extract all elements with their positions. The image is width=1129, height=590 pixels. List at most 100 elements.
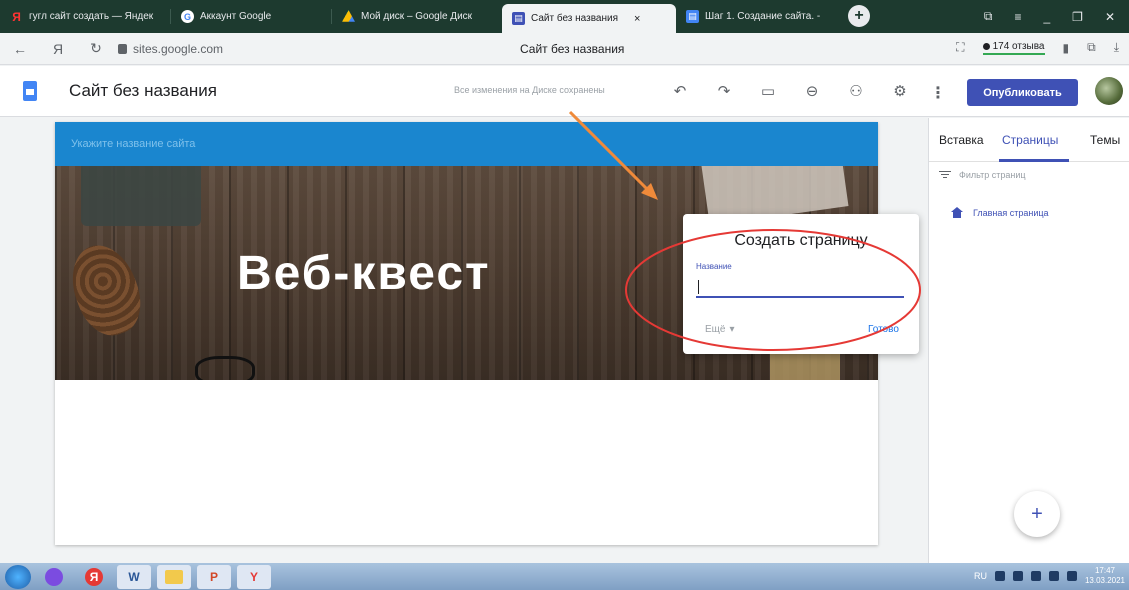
- clock-date: 13.03.2021: [1084, 576, 1125, 585]
- editor-toolbar: ↶ ↷ ▭ ⊖ ⚇ ⚙: [668, 79, 912, 103]
- tray-signal-icon[interactable]: [1066, 571, 1077, 581]
- tab-label: гугл сайт создать — Яндек: [29, 11, 154, 22]
- hero-decor-book: [81, 166, 201, 226]
- avatar[interactable]: [1095, 77, 1123, 105]
- google-icon: G: [181, 10, 194, 23]
- device-preview-icon[interactable]: ▭: [756, 79, 780, 103]
- tab-search-icon[interactable]: ⧉: [984, 9, 993, 24]
- language-indicator[interactable]: RU: [974, 571, 987, 581]
- tray-network-icon[interactable]: [1012, 571, 1023, 581]
- yandex-home-button[interactable]: Я: [46, 41, 70, 57]
- dialog-title: Создать страницу: [734, 232, 868, 249]
- clock[interactable]: 17:47 13.03.2021: [1085, 566, 1125, 586]
- url-text: sites.google.com: [133, 41, 224, 56]
- hero-decor-glasses: [195, 356, 255, 380]
- address-page-title: Сайт без названия: [520, 42, 625, 56]
- yandex-app-icon[interactable]: Y: [237, 564, 271, 589]
- close-window-icon[interactable]: ✕: [1105, 10, 1115, 24]
- tray-volume-icon[interactable]: [1048, 571, 1059, 581]
- url-field[interactable]: sites.google.com: [118, 42, 223, 56]
- tab-google-docs[interactable]: ▤ Шаг 1. Создание сайта. -: [676, 0, 836, 33]
- google-sites-icon: ▤: [512, 12, 525, 25]
- sites-app-bar: Сайт без названия Все изменения на Диске…: [0, 66, 1129, 117]
- redo-icon[interactable]: ↷: [712, 79, 736, 103]
- google-docs-icon: ▤: [686, 10, 699, 23]
- window-controls: ⧉ ≡ _ ❐ ✕: [984, 0, 1129, 33]
- reviews-badge[interactable]: 174 отзыва: [982, 40, 1045, 55]
- tab-insert[interactable]: Вставка: [939, 133, 984, 147]
- tab-label: Сайт без названия: [531, 13, 619, 24]
- hero-decor-pinecone: [61, 236, 151, 344]
- right-side-panel: Вставка Страницы Темы Фильтр страниц Гла…: [928, 118, 1129, 563]
- filter-icon: [939, 171, 951, 179]
- site-name[interactable]: Сайт без названия: [69, 81, 217, 101]
- tab-label: Мой диск – Google Диск: [361, 11, 473, 22]
- tab-google-drive[interactable]: Мой диск – Google Диск: [332, 0, 502, 33]
- hero-title[interactable]: Веб-квест: [237, 246, 491, 301]
- google-drive-icon: [342, 10, 355, 22]
- alice-icon[interactable]: [37, 565, 71, 589]
- menu-icon[interactable]: ≡: [1014, 10, 1021, 24]
- page-name-input[interactable]: [696, 277, 904, 298]
- restore-icon[interactable]: ❐: [1072, 10, 1083, 24]
- tab-yandex-search[interactable]: Я гугл сайт создать — Яндек: [0, 0, 170, 33]
- active-tab-indicator: [999, 159, 1069, 162]
- panel-tabs: Вставка Страницы Темы: [929, 118, 1129, 162]
- reload-button[interactable]: ↻: [84, 40, 108, 57]
- minimize-icon[interactable]: _: [1043, 10, 1050, 24]
- tab-google-account[interactable]: G Аккаунт Google: [171, 0, 331, 33]
- tab-themes[interactable]: Темы: [1090, 133, 1120, 147]
- yandex-icon: Я: [12, 9, 21, 24]
- more-options-button[interactable]: Ещё ▾: [705, 324, 735, 335]
- settings-icon[interactable]: ⚙: [888, 79, 912, 103]
- collections-icon[interactable]: ⧉: [1087, 40, 1096, 55]
- tray-display-icon[interactable]: [1030, 571, 1041, 581]
- add-person-icon[interactable]: ⚇: [844, 79, 868, 103]
- filter-placeholder: Фильтр страниц: [959, 170, 1026, 180]
- browser-tab-strip: Я гугл сайт создать — Яндек G Аккаунт Go…: [0, 0, 1129, 33]
- text-cursor: [698, 280, 699, 294]
- lock-icon: [118, 43, 127, 54]
- page-filter[interactable]: Фильтр страниц: [939, 170, 1026, 180]
- clock-time: 17:47: [1094, 566, 1115, 575]
- page-item-label: Главная страница: [973, 207, 1049, 218]
- site-header-bar: Укажите название сайта: [55, 122, 878, 166]
- site-title-placeholder[interactable]: Укажите название сайта: [71, 138, 195, 150]
- address-bar: ← Я ↻ sites.google.com Сайт без названия…: [0, 33, 1129, 65]
- reviews-count: 174 отзыва: [992, 40, 1045, 52]
- add-page-button[interactable]: +: [1014, 491, 1060, 537]
- system-tray: RU 17:47 13.03.2021: [974, 566, 1125, 586]
- powerpoint-icon[interactable]: P: [197, 564, 231, 589]
- start-button[interactable]: [5, 564, 31, 589]
- more-label: Ещё: [705, 324, 726, 335]
- word-icon[interactable]: W: [117, 564, 151, 589]
- new-tab-button[interactable]: +: [848, 5, 870, 27]
- yandex-browser-icon[interactable]: Я: [77, 565, 111, 589]
- tab-pages[interactable]: Страницы: [1002, 133, 1058, 147]
- back-button[interactable]: ←: [8, 41, 32, 57]
- tab-label: Аккаунт Google: [200, 11, 272, 22]
- home-icon: [951, 207, 963, 218]
- tab-google-sites[interactable]: ▤ Сайт без названия ×: [502, 4, 676, 33]
- more-vert-icon[interactable]: ⋮: [930, 83, 946, 103]
- tray-app-icon[interactable]: [994, 571, 1005, 581]
- google-sites-logo-icon[interactable]: [23, 81, 37, 101]
- page-list-item[interactable]: Главная страница: [951, 207, 1049, 218]
- publish-button[interactable]: Опубликовать: [967, 79, 1078, 106]
- download-icon[interactable]: ⤓: [1114, 40, 1119, 55]
- save-status: Все изменения на Диске сохранены: [454, 85, 605, 95]
- undo-icon[interactable]: ↶: [668, 79, 692, 103]
- tab-label: Шаг 1. Создание сайта. -: [705, 11, 821, 22]
- reviews-dot-icon: [982, 42, 990, 50]
- name-field-label: Название: [696, 262, 732, 271]
- done-button[interactable]: Готово: [868, 324, 899, 335]
- address-actions: ⛶ 174 отзыва ▮ ⧉ ⤓: [956, 40, 1119, 55]
- close-tab-icon[interactable]: ×: [634, 13, 640, 25]
- translate-icon[interactable]: ⛶: [956, 40, 964, 55]
- windows-taskbar: Я W P Y RU 17:47 13.03.2021: [0, 563, 1129, 590]
- create-page-dialog: Создать страницу Название Ещё ▾ Готово: [683, 214, 919, 354]
- bookmark-icon[interactable]: ▮: [1063, 41, 1070, 55]
- link-icon[interactable]: ⊖: [800, 79, 824, 103]
- explorer-icon[interactable]: [157, 564, 191, 589]
- dropdown-arrow-icon: ▾: [729, 324, 735, 335]
